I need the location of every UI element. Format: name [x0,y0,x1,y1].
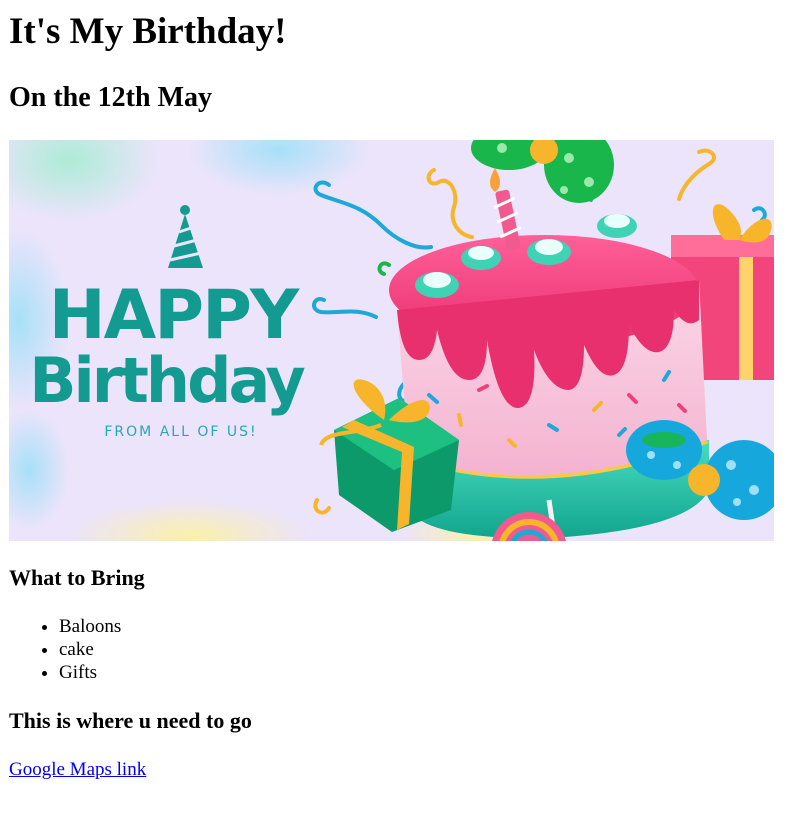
date-heading: On the 12th May [9,82,212,113]
birthday-banner-image: HAPPY Birthday FROM ALL OF US! [9,140,774,541]
banner-subtitle-text: FROM ALL OF US! [104,424,257,440]
list-item: Baloons [59,615,121,638]
list-item: cake [59,638,121,661]
google-maps-link[interactable]: Google Maps link [9,758,146,781]
list-item: Gifts [59,661,121,684]
directions-heading: This is where u need to go [9,708,252,733]
what-to-bring-heading: What to Bring [9,565,145,590]
bring-list: Baloons cake Gifts [9,615,121,684]
page-title: It's My Birthday! [9,11,287,52]
banner-birthday-text: Birthday [29,344,305,417]
